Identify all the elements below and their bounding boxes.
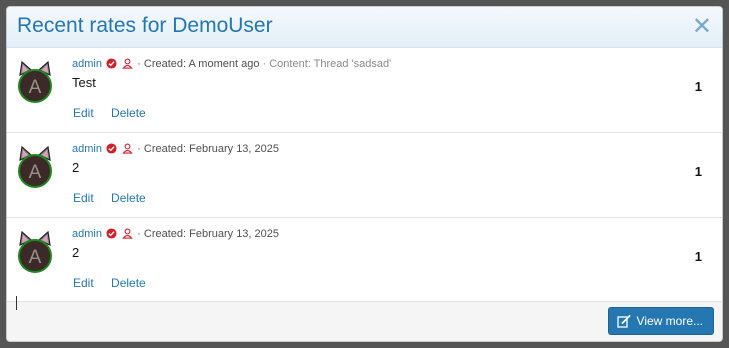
- rate-row: A admin · Created: February 13, 2025 2 E…: [7, 218, 722, 303]
- username-link[interactable]: admin: [72, 58, 102, 70]
- delete-link[interactable]: Delete: [111, 191, 146, 205]
- avatar[interactable]: A: [14, 231, 56, 273]
- verified-badge-icon: [106, 228, 117, 239]
- rate-meta: admin · Created: A moment ago · Content:…: [72, 58, 391, 70]
- dialog-header: Recent rates for DemoUser ✕: [7, 7, 722, 48]
- rate-count: 1: [694, 79, 702, 94]
- rate-meta: admin · Created: February 13, 2025: [72, 228, 279, 240]
- edit-link[interactable]: Edit: [73, 106, 94, 120]
- rate-count: 1: [694, 164, 702, 179]
- username-link[interactable]: admin: [72, 228, 102, 240]
- user-icon: [122, 143, 133, 154]
- delete-link[interactable]: Delete: [111, 276, 146, 290]
- created-date: · Created: February 13, 2025: [137, 143, 280, 155]
- rate-row: A admin · Created: A moment ago · Conten…: [7, 48, 722, 133]
- edit-link[interactable]: Edit: [73, 191, 94, 205]
- avatar[interactable]: A: [14, 146, 56, 188]
- created-date: · Created: A moment ago: [137, 58, 260, 70]
- rate-text: 2: [72, 160, 80, 175]
- text-cursor: [16, 296, 17, 310]
- edit-icon: [616, 314, 631, 328]
- rate-text: Test: [72, 75, 96, 90]
- rate-actions: Edit Delete: [73, 191, 160, 205]
- avatar[interactable]: A: [14, 61, 56, 103]
- user-icon: [122, 228, 133, 239]
- close-icon[interactable]: ✕: [692, 12, 712, 42]
- dialog-footer: View more...: [7, 296, 722, 341]
- dialog-title: Recent rates for DemoUser: [17, 14, 273, 37]
- view-more-button[interactable]: View more...: [607, 307, 714, 335]
- avatar-letter: A: [29, 162, 42, 183]
- delete-link[interactable]: Delete: [111, 106, 146, 120]
- username-link[interactable]: admin: [72, 143, 102, 155]
- avatar-letter: A: [29, 247, 42, 268]
- user-icon: [122, 58, 133, 69]
- avatar-letter: A: [29, 77, 42, 98]
- edit-link[interactable]: Edit: [73, 276, 94, 290]
- rate-meta: admin · Created: February 13, 2025: [72, 143, 279, 155]
- recent-rates-dialog: Recent rates for DemoUser ✕ A admin · Cr…: [6, 6, 723, 342]
- rate-actions: Edit Delete: [73, 276, 160, 290]
- created-date: · Created: February 13, 2025: [137, 228, 280, 240]
- rate-count: 1: [694, 249, 702, 264]
- content-ref: · Content: Thread 'sadsad': [262, 58, 392, 70]
- rate-row: A admin · Created: February 13, 2025 2 E…: [7, 133, 722, 218]
- verified-badge-icon: [106, 143, 117, 154]
- rate-text: 2: [72, 245, 80, 260]
- view-more-label: View more...: [636, 314, 703, 328]
- rate-actions: Edit Delete: [73, 106, 160, 120]
- verified-badge-icon: [106, 58, 117, 69]
